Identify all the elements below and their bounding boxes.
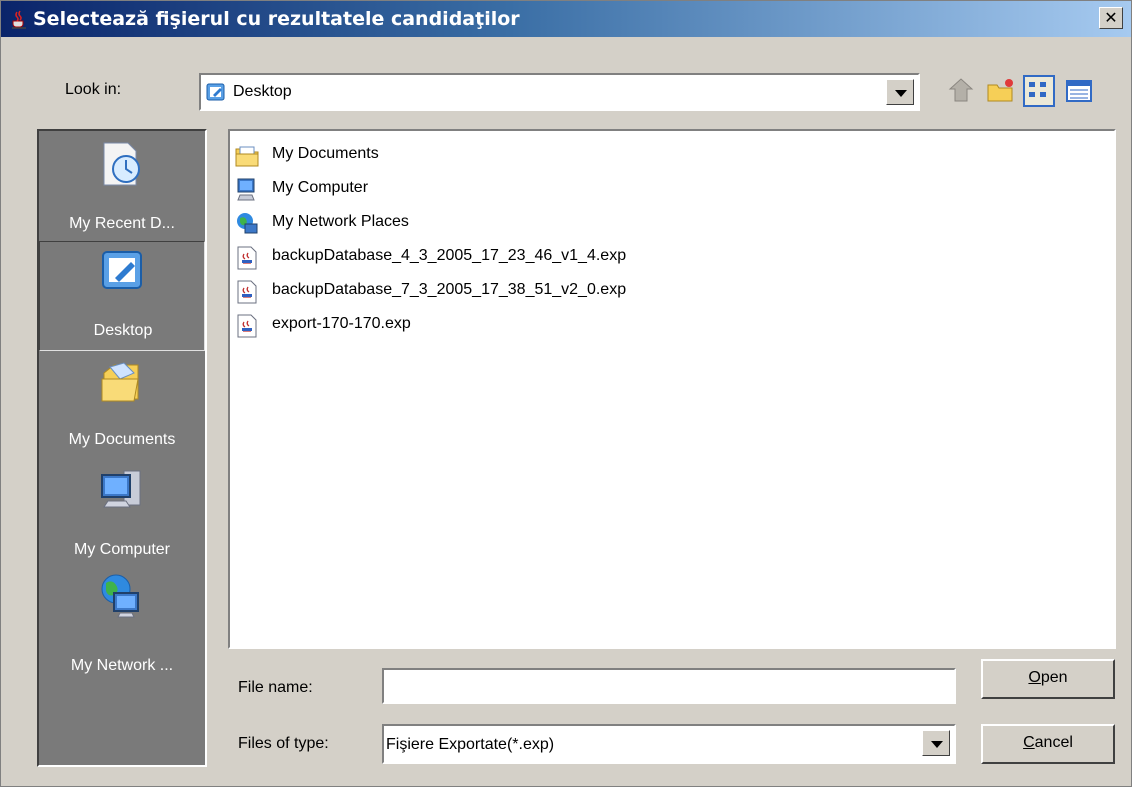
file-name-input[interactable] xyxy=(382,668,956,704)
look-in-combo[interactable]: Desktop xyxy=(199,73,920,111)
files-of-type-dropdown-arrow[interactable] xyxy=(922,730,950,756)
file-name-text: export-170-170.exp xyxy=(272,315,411,332)
look-in-dropdown-arrow[interactable] xyxy=(886,79,914,105)
file-name-text: My Network Places xyxy=(272,213,409,230)
list-item[interactable]: My Documents xyxy=(234,141,534,169)
list-item[interactable]: export-170-170.exp xyxy=(234,311,534,339)
places-bar: My Recent D... Desktop My Documents My C… xyxy=(37,129,207,767)
file-name-text: My Documents xyxy=(272,145,379,162)
my-documents-icon xyxy=(101,362,139,402)
java-cup-icon xyxy=(12,10,26,29)
list-view-icon[interactable] xyxy=(1023,75,1055,107)
java-file-icon xyxy=(237,314,257,338)
recent-documents-icon xyxy=(103,142,140,186)
file-name-label: File name: xyxy=(238,679,313,696)
file-list[interactable]: My Documents My Computer My Network Plac… xyxy=(228,129,1116,649)
desktop-icon xyxy=(206,83,225,101)
computer-icon xyxy=(237,178,255,201)
file-name-text: My Computer xyxy=(272,179,369,196)
file-chooser-dialog: Selectează fişierul cu rezultatele candi… xyxy=(0,0,1132,787)
cancel-mnemonic: C xyxy=(1023,734,1035,751)
java-file-icon xyxy=(237,246,257,270)
cancel-button[interactable]: Cancel xyxy=(981,724,1115,764)
list-item[interactable]: My Network Places xyxy=(234,209,534,237)
list-item[interactable]: My Computer xyxy=(234,175,534,203)
place-label: My Network ... xyxy=(70,657,174,674)
network-icon xyxy=(237,213,258,234)
place-label: Desktop xyxy=(93,322,153,339)
java-file-icon xyxy=(237,280,257,304)
my-computer-icon xyxy=(101,470,141,508)
files-of-type-combo[interactable]: Fişiere Exportate(*.exp) xyxy=(382,724,956,764)
details-view-icon[interactable] xyxy=(1063,75,1095,107)
network-places-icon xyxy=(101,574,139,618)
look-in-label: Look in: xyxy=(65,81,122,98)
files-of-type-value: Fişiere Exportate(*.exp) xyxy=(386,736,555,753)
desktop-icon xyxy=(102,251,142,289)
new-folder-icon[interactable] xyxy=(985,75,1017,107)
look-in-value: Desktop xyxy=(233,83,292,100)
title-bar[interactable]: Selectează fişierul cu rezultatele candi… xyxy=(1,1,1131,37)
place-my-documents[interactable]: My Documents xyxy=(39,351,205,461)
open-mnemonic: O xyxy=(1028,669,1041,686)
files-of-type-label: Files of type: xyxy=(238,735,329,752)
place-label: My Recent D... xyxy=(69,215,175,232)
folder-documents-icon xyxy=(235,146,259,167)
place-my-computer[interactable]: My Computer xyxy=(39,461,205,571)
close-button[interactable]: ✕ xyxy=(1099,7,1123,29)
file-name-text: backupDatabase_7_3_2005_17_38_51_v2_0.ex… xyxy=(272,281,627,298)
place-network[interactable]: My Network ... xyxy=(39,571,205,681)
open-label: pen xyxy=(1040,669,1068,686)
open-button[interactable]: Open xyxy=(981,659,1115,699)
list-item[interactable]: backupDatabase_4_3_2005_17_23_46_v1_4.ex… xyxy=(234,243,794,271)
file-name-text: backupDatabase_4_3_2005_17_23_46_v1_4.ex… xyxy=(272,247,627,264)
up-one-level-icon[interactable] xyxy=(945,75,977,107)
place-label: My Computer xyxy=(73,541,171,558)
place-desktop[interactable]: Desktop xyxy=(39,241,205,351)
window-title: Selectează fişierul cu rezultatele candi… xyxy=(33,8,520,30)
place-label: My Documents xyxy=(68,431,176,448)
place-recent-documents[interactable]: My Recent D... xyxy=(39,131,205,241)
cancel-label: ancel xyxy=(1034,734,1073,751)
list-item[interactable]: backupDatabase_7_3_2005_17_38_51_v2_0.ex… xyxy=(234,277,794,305)
